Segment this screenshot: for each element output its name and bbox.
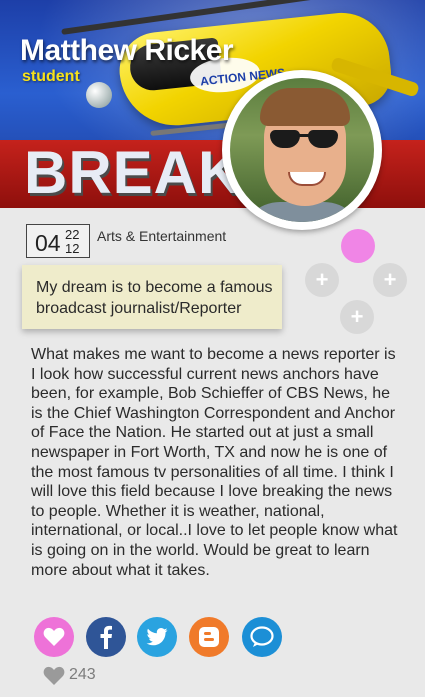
category-label[interactable]: Arts & Entertainment — [97, 228, 226, 244]
date-day: 04 — [35, 230, 61, 256]
profile-name: Matthew Ricker — [20, 34, 234, 67]
sunglasses-bridge — [298, 134, 310, 137]
twitter-share-button[interactable] — [137, 617, 177, 657]
dream-note: My dream is to become a famous broadcast… — [22, 265, 282, 329]
searchlight-ball — [86, 82, 112, 108]
status-dot[interactable] — [341, 229, 375, 263]
facebook-icon — [100, 625, 112, 649]
add-button[interactable]: + — [373, 263, 407, 297]
blogger-share-button[interactable] — [189, 617, 229, 657]
profile-role: student — [22, 68, 80, 85]
avatar-hair — [260, 88, 350, 126]
story-text: What makes me want to become a news repo… — [31, 346, 398, 579]
likes-count: 243 — [69, 666, 96, 683]
facebook-share-button[interactable] — [86, 617, 126, 657]
avatar[interactable] — [222, 70, 382, 230]
chat-icon — [250, 626, 274, 647]
avatar-photo — [230, 78, 374, 222]
add-button[interactable]: + — [340, 300, 374, 334]
date-box: 04 22 12 — [26, 224, 90, 258]
twitter-icon — [146, 628, 168, 646]
heart-share-button[interactable] — [34, 617, 74, 657]
profile-card: ACTION NEWS BREAKIN Matthew Ricker stude… — [0, 0, 425, 697]
date-year: 12 — [65, 241, 80, 256]
dream-text: My dream is to become a famous broadcast… — [36, 279, 273, 317]
date-month: 22 — [65, 227, 80, 242]
heart-icon — [43, 627, 65, 646]
chat-share-button[interactable] — [242, 617, 282, 657]
likes-heart-icon — [43, 666, 65, 685]
blogger-icon — [199, 627, 219, 647]
add-button[interactable]: + — [305, 263, 339, 297]
